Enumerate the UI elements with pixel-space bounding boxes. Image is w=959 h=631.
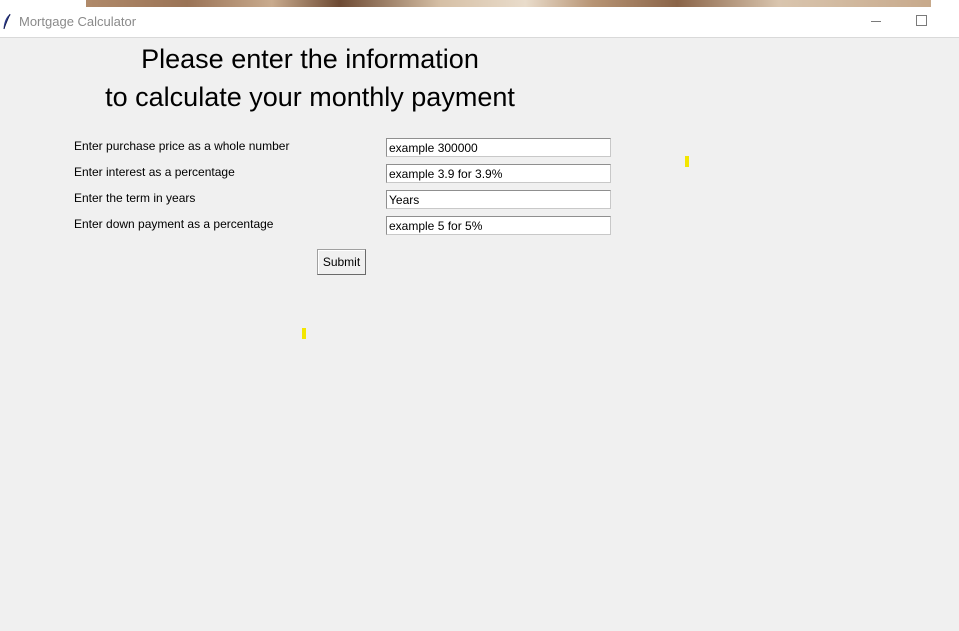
feather-icon xyxy=(2,13,12,31)
maximize-icon[interactable] xyxy=(898,7,944,37)
purchase-price-label: Enter purchase price as a whole number xyxy=(74,139,290,153)
interest-label: Enter interest as a percentage xyxy=(74,165,235,179)
yellow-marker xyxy=(685,156,689,167)
down-payment-label: Enter down payment as a percentage xyxy=(74,217,274,231)
interest-input[interactable] xyxy=(386,164,611,183)
desktop-wallpaper-photo xyxy=(86,0,931,7)
term-input[interactable] xyxy=(386,190,611,209)
heading-line-1: Please enter the information xyxy=(141,44,479,74)
heading-line-2: to calculate your monthly payment xyxy=(105,82,515,112)
window-title: Mortgage Calculator xyxy=(19,14,137,29)
yellow-marker xyxy=(302,328,306,339)
purchase-price-input[interactable] xyxy=(386,138,611,157)
window-titlebar[interactable]: Mortgage Calculator xyxy=(0,7,959,38)
down-payment-input[interactable] xyxy=(386,216,611,235)
desktop-background-strip xyxy=(0,0,959,7)
minimize-icon[interactable] xyxy=(852,7,898,37)
submit-button[interactable]: Submit xyxy=(317,249,366,275)
term-label: Enter the term in years xyxy=(74,191,196,205)
